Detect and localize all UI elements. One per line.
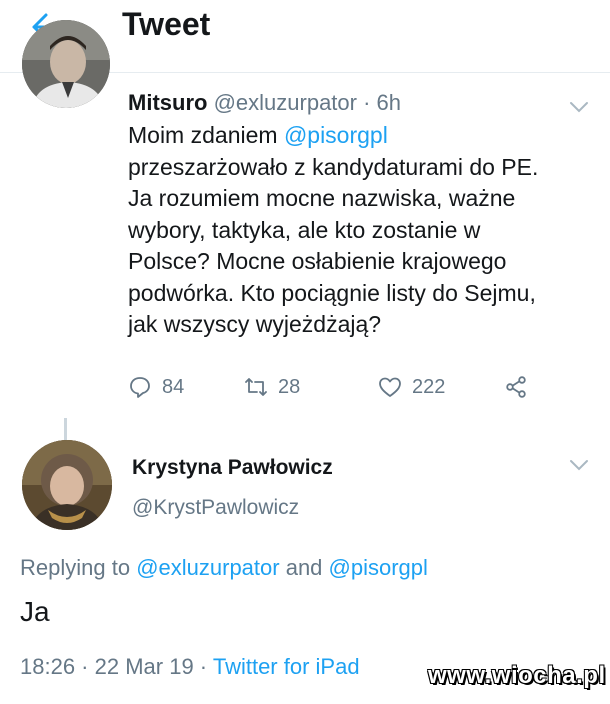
reply-button[interactable]: 84	[128, 372, 184, 402]
chevron-down-icon	[570, 102, 588, 113]
replying-prefix: Replying to	[20, 555, 137, 580]
chevron-down-icon	[570, 460, 588, 471]
meta-separator: ·	[193, 654, 213, 679]
like-count: 222	[412, 375, 446, 398]
retweet-button[interactable]: 28	[244, 372, 300, 402]
tweet-menu-button[interactable]	[568, 100, 590, 114]
share-button[interactable]	[504, 372, 538, 402]
reply-menu-button[interactable]	[568, 458, 590, 472]
retweet-icon	[245, 378, 267, 396]
reply-author-display-name[interactable]: Krystyna Pawłowicz	[132, 456, 333, 480]
meta-separator: ·	[75, 654, 95, 679]
tweet-actions: 84 28 222	[128, 372, 548, 402]
tweet-source-link[interactable]: Twitter for iPad	[213, 654, 360, 679]
heart-icon	[379, 377, 401, 397]
tweet-text: Moim zdaniem @pisorgpl przeszarżowało z …	[128, 120, 588, 341]
time-separator: ·	[356, 90, 377, 115]
like-button[interactable]: 222	[378, 372, 445, 402]
avatar[interactable]	[22, 20, 110, 108]
page-title: Tweet	[122, 6, 211, 42]
retweet-count: 28	[278, 375, 301, 398]
tweet-text-start: Moim zdaniem	[128, 122, 284, 148]
reply-date: 22 Mar 19	[94, 654, 194, 679]
watermark-text: www.wiocha.pl	[428, 662, 606, 689]
user-avatar-image	[22, 20, 110, 108]
reply-meta: 18:26 · 22 Mar 19 · Twitter for iPad	[20, 654, 360, 680]
author-handle[interactable]: @exluzurpator	[214, 90, 357, 115]
reply-author-handle[interactable]: @KrystPawlowicz	[132, 496, 299, 520]
replying-mention-2[interactable]: @pisorgpl	[329, 555, 428, 580]
reply-count: 84	[162, 375, 185, 398]
thread-connector	[64, 418, 67, 440]
reply-time: 18:26	[20, 654, 76, 679]
author-display-name[interactable]: Mitsuro	[128, 90, 207, 115]
replying-to-line: Replying to @exluzurpator and @pisorgpl	[20, 555, 428, 581]
tweet-text-rest: przeszarżowało z kandydaturami do PE. Ja…	[128, 153, 539, 338]
reply-icon	[130, 377, 150, 398]
replying-mention-1[interactable]: @exluzurpator	[136, 555, 279, 580]
tweet-author-line: Mitsuro @exluzurpator · 6h	[128, 90, 401, 116]
tweet-time[interactable]: 6h	[377, 90, 401, 115]
replying-and: and	[279, 555, 329, 580]
user-avatar-image	[22, 440, 112, 530]
share-icon	[506, 376, 526, 398]
reply-text: Ja	[20, 596, 50, 627]
avatar[interactable]	[22, 440, 112, 530]
mention-link[interactable]: @pisorgpl	[284, 122, 388, 148]
